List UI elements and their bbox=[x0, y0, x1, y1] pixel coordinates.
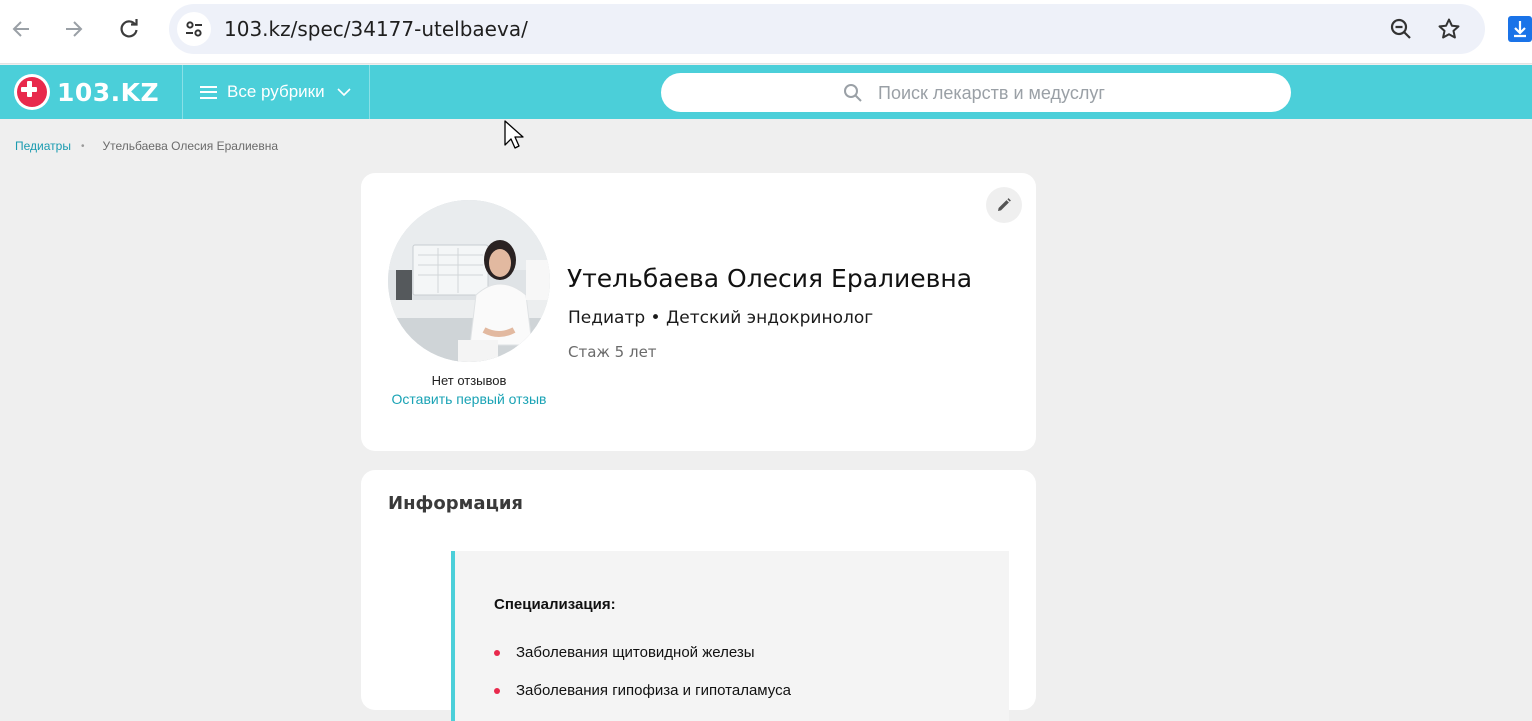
mouse-cursor-icon bbox=[504, 120, 524, 149]
bullet-icon bbox=[494, 650, 500, 656]
arrow-right-icon bbox=[66, 21, 83, 37]
info-title: Информация bbox=[388, 493, 523, 514]
forward-button[interactable] bbox=[59, 14, 89, 44]
address-bar[interactable]: 103.kz/spec/34177-utelbaeva/ bbox=[169, 4, 1485, 54]
leave-first-review-link[interactable]: Оставить первый отзыв bbox=[388, 390, 550, 408]
specialization-heading: Специализация: bbox=[494, 596, 616, 613]
doctor-experience: Стаж 5 лет bbox=[568, 343, 657, 361]
search-placeholder: Поиск лекарств и медуслуг bbox=[878, 83, 1105, 103]
breadcrumb: Педиатры • Утельбаева Олесия Ералиевна bbox=[15, 139, 278, 153]
browser-toolbar: 103.kz/spec/34177-utelbaeva/ bbox=[0, 0, 1532, 64]
doctor-profile-card: Нет отзывов Оставить первый отзыв Утельб… bbox=[361, 173, 1036, 451]
all-rubrics-menu[interactable]: Все рубрики bbox=[200, 65, 351, 119]
star-icon bbox=[1438, 18, 1460, 39]
zoom-out-icon bbox=[1390, 18, 1411, 39]
menu-icon bbox=[200, 85, 217, 99]
back-button[interactable] bbox=[6, 14, 36, 44]
doctor-name: Утельбаева Олесия Ералиевна bbox=[567, 264, 973, 293]
download-icon bbox=[1508, 16, 1532, 42]
breadcrumb-separator: • bbox=[80, 140, 85, 152]
edit-button[interactable] bbox=[986, 187, 1022, 223]
pencil-icon bbox=[998, 198, 1011, 211]
list-item: Заболевания гипофиза и гипоталамуса bbox=[494, 681, 791, 700]
doctor-specialties: Педиатр • Детский эндокринолог bbox=[568, 308, 874, 328]
breadcrumb-current: Утельбаева Олесия Ералиевна bbox=[102, 139, 278, 153]
list-item-text: Заболевания щитовидной железы bbox=[516, 644, 755, 661]
url-text[interactable]: 103.kz/spec/34177-utelbaeva/ bbox=[224, 17, 528, 41]
breadcrumb-link-pediatricians[interactable]: Педиатры bbox=[15, 139, 71, 153]
list-item-text: Заболевания гипофиза и гипоталамуса bbox=[516, 682, 791, 699]
search-input[interactable]: Поиск лекарств и медуслуг bbox=[661, 73, 1291, 112]
header-divider bbox=[182, 65, 183, 119]
doctor-photo-image bbox=[388, 200, 550, 362]
download-button[interactable] bbox=[1508, 16, 1532, 42]
site-logo[interactable]: 103.KZ bbox=[14, 74, 159, 110]
bullet-icon bbox=[494, 688, 500, 694]
reload-icon bbox=[120, 19, 138, 38]
reviews-block: Нет отзывов Оставить первый отзыв bbox=[388, 373, 550, 408]
specialization-block: Специализация: Заболевания щитовидной же… bbox=[451, 551, 1009, 721]
list-item: Заболевания щитовидной железы bbox=[494, 643, 791, 662]
site-info-button[interactable] bbox=[177, 12, 211, 46]
rubrics-label: Все рубрики bbox=[227, 82, 325, 101]
specialization-list: Заболевания щитовидной железы Заболевани… bbox=[494, 643, 791, 719]
arrow-left-icon bbox=[12, 21, 29, 37]
medical-cross-icon bbox=[14, 74, 50, 110]
search-icon bbox=[844, 84, 862, 102]
site-header: 103.KZ Все рубрики Поиск лекарств и меду… bbox=[0, 65, 1532, 119]
reload-button[interactable] bbox=[114, 14, 144, 44]
header-divider bbox=[369, 65, 370, 119]
doctor-photo[interactable] bbox=[388, 200, 550, 362]
zoom-button[interactable] bbox=[1388, 16, 1414, 42]
tune-icon bbox=[186, 21, 202, 37]
logo-text: 103.KZ bbox=[57, 77, 160, 107]
bookmark-button[interactable] bbox=[1436, 16, 1462, 42]
chevron-down-icon bbox=[337, 87, 351, 96]
reviews-status: Нет отзывов bbox=[431, 373, 507, 388]
info-card: Информация Специализация: Заболевания щи… bbox=[361, 470, 1036, 721]
